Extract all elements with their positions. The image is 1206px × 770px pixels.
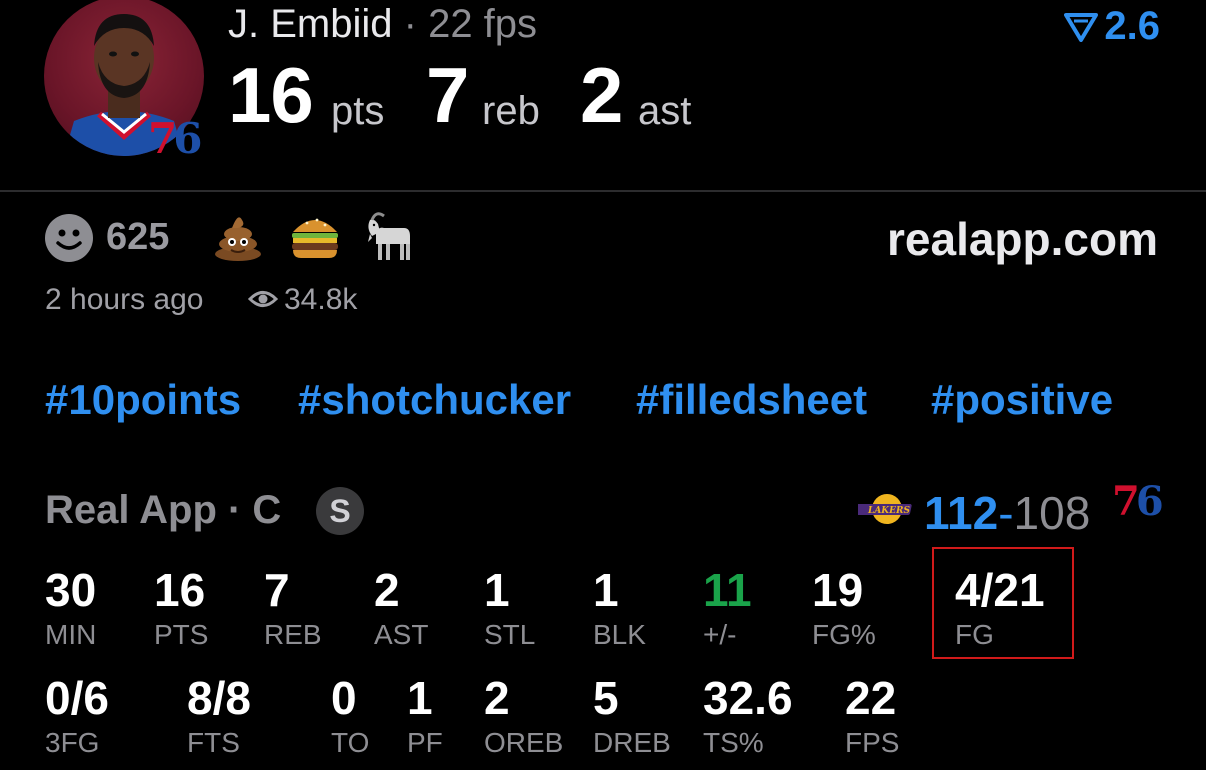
- stat-value: 22: [845, 672, 897, 724]
- score-home: 112: [924, 487, 999, 539]
- post-time: 2 hours ago: [45, 283, 204, 316]
- score-dash: -: [998, 487, 1014, 539]
- headline-reb-unit: reb: [482, 89, 540, 133]
- hashtag-link[interactable]: #shotchucker: [298, 376, 571, 424]
- stat-label: AST: [374, 619, 429, 650]
- hashtag-link[interactable]: #10points: [45, 376, 241, 424]
- team-logo-76ers-icon: 76: [1112, 478, 1164, 525]
- stat-value: 2: [484, 672, 510, 724]
- reaction-count: 625: [106, 216, 170, 258]
- stat-label: OREB: [484, 727, 564, 758]
- stat-value: 0/6: [45, 672, 109, 724]
- stat-value: 19: [812, 564, 864, 616]
- svg-text:LAKERS: LAKERS: [867, 506, 910, 516]
- hashtag-link[interactable]: #positive: [931, 376, 1113, 424]
- stat-value: 5: [593, 672, 619, 724]
- stat-value: 8/8: [187, 672, 251, 724]
- stat-value: 7: [264, 564, 290, 616]
- stat-label: STL: [484, 619, 536, 650]
- score-away: 108: [1013, 487, 1091, 539]
- goat-emoji-icon[interactable]: [364, 210, 418, 269]
- fg-highlight-box: [932, 547, 1074, 659]
- player-name: J. Embiid: [228, 2, 393, 46]
- header-divider: [0, 190, 1206, 192]
- game-score[interactable]: 112-108: [924, 486, 1090, 540]
- player-fps: 22 fps: [428, 2, 538, 46]
- player-title[interactable]: J. Embiid · 22 fps: [228, 2, 537, 47]
- team-logo-76ers-icon: 76: [148, 114, 203, 163]
- headline-reb-value: 7: [426, 51, 469, 139]
- rating-triangle-icon: [1064, 12, 1099, 42]
- rating-badge[interactable]: 2.6: [1064, 4, 1160, 49]
- headline-pts-value: 16: [228, 51, 314, 139]
- stat-label: TO: [331, 727, 370, 758]
- site-link[interactable]: realapp.com: [887, 212, 1158, 266]
- headline-ast-unit: ast: [638, 89, 692, 133]
- stat-label: FPS: [845, 727, 900, 758]
- burger-emoji-icon[interactable]: [289, 210, 341, 267]
- stat-label: 3FG: [45, 727, 100, 758]
- stat-value: 0: [331, 672, 357, 724]
- eye-icon: [247, 288, 279, 315]
- stat-value: 11: [703, 564, 752, 616]
- stat-value: 30: [45, 564, 97, 616]
- stat-label: FG%: [812, 619, 876, 650]
- stat-value: 1: [407, 672, 433, 724]
- stat-label: REB: [264, 619, 322, 650]
- headline-ast-value: 2: [580, 51, 623, 139]
- lakers-logo-icon: LAKERS: [854, 490, 916, 533]
- source-label[interactable]: Real App · C: [45, 488, 281, 533]
- stat-value: 2: [374, 564, 400, 616]
- stat-label: MIN: [45, 619, 97, 650]
- stat-label: PF: [407, 727, 443, 758]
- stat-label: FTS: [187, 727, 240, 758]
- smiley-reaction-icon[interactable]: [45, 214, 93, 262]
- stat-label: DREB: [593, 727, 671, 758]
- source-badge[interactable]: S: [316, 487, 364, 535]
- stat-value: 32.6: [703, 672, 793, 724]
- stat-value: 1: [593, 564, 619, 616]
- title-separator: ·: [403, 2, 417, 46]
- rating-value: 2.6: [1104, 4, 1160, 48]
- stat-label: +/-: [703, 619, 737, 650]
- stat-value: 1: [484, 564, 510, 616]
- poop-emoji-icon[interactable]: [212, 210, 264, 267]
- stat-label: BLK: [593, 619, 646, 650]
- headline-pts-unit: pts: [331, 89, 385, 133]
- stat-label: PTS: [154, 619, 209, 650]
- view-count: 34.8k: [284, 283, 358, 316]
- stat-value: 16: [154, 564, 206, 616]
- stat-label: TS%: [703, 727, 764, 758]
- hashtag-link[interactable]: #filledsheet: [636, 376, 867, 424]
